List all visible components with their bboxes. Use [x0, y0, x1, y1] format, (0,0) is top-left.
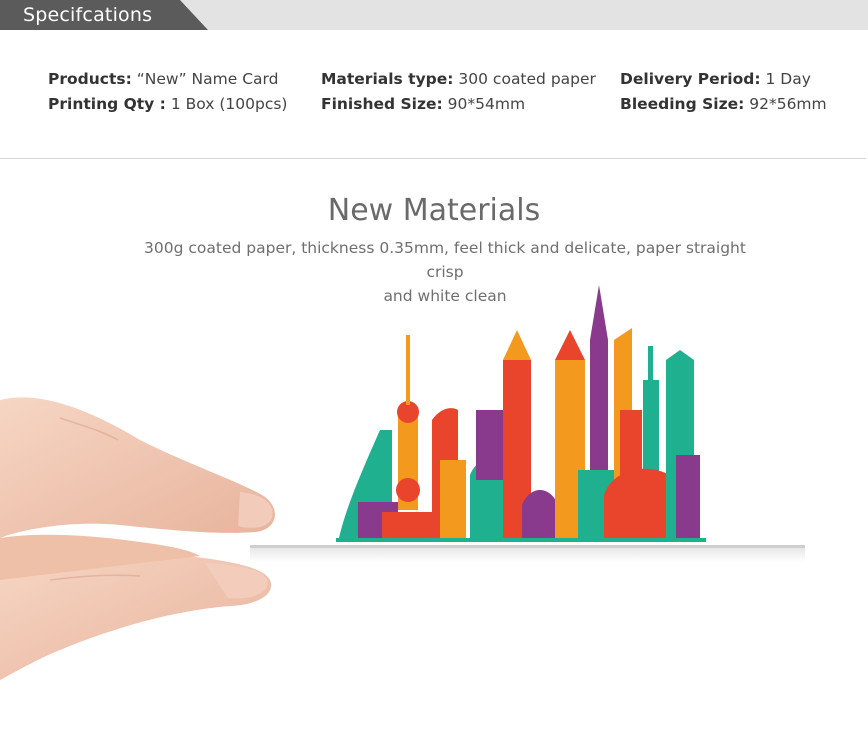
spec-products-label: Products:: [48, 70, 132, 88]
spec-bleeding-size: Bleeding Size: 92*56mm: [620, 95, 827, 113]
spec-materials-type: Materials type: 300 coated paper: [321, 70, 596, 88]
spec-finished-size: Finished Size: 90*54mm: [321, 95, 525, 113]
spec-bleeding-size-label: Bleeding Size:: [620, 95, 745, 113]
spec-delivery-period-value: 1 Day: [765, 70, 811, 88]
city-skyline: [336, 285, 706, 542]
business-card: [250, 545, 805, 562]
section-title: New Materials: [327, 193, 541, 228]
spec-finished-size-value: 90*54mm: [447, 95, 526, 113]
spec-materials-type-label: Materials type:: [321, 70, 454, 88]
section-divider: [0, 158, 866, 159]
spec-delivery-period: Delivery Period: 1 Day: [620, 70, 811, 88]
hand: [0, 397, 275, 680]
spec-finished-size-label: Finished Size:: [321, 95, 443, 113]
spec-list: Products: “New” Name Card Printing Qty :…: [0, 68, 868, 118]
spec-delivery-period-label: Delivery Period:: [620, 70, 761, 88]
spec-bleeding-size-value: 92*56mm: [749, 95, 827, 113]
spec-materials-type-value: 300 coated paper: [458, 70, 596, 88]
spec-products: Products: “New” Name Card: [48, 70, 278, 88]
spec-products-value: “New” Name Card: [136, 70, 279, 88]
section-header-title: Specifcations: [23, 4, 153, 26]
section-description-line1: 300g coated paper, thickness 0.35mm, fee…: [144, 239, 746, 281]
section-header-tab: Specifcations: [0, 0, 208, 30]
spec-printing-qty: Printing Qty : 1 Box (100pcs): [48, 95, 287, 113]
spec-printing-qty-value: 1 Box (100pcs): [170, 95, 288, 113]
hand-holding-card-illustration: [0, 285, 805, 680]
spec-printing-qty-label: Printing Qty :: [48, 95, 166, 113]
